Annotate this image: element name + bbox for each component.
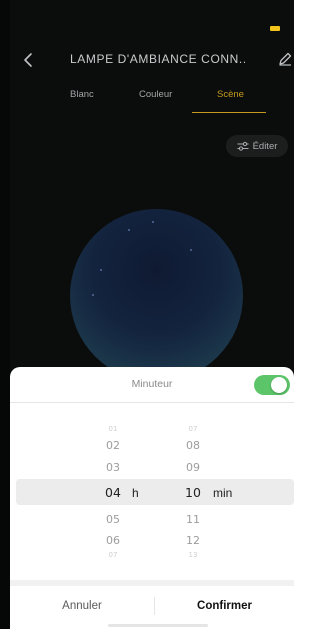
timer-toggle[interactable] <box>254 375 290 395</box>
tab-blanc[interactable]: Blanc <box>70 89 94 100</box>
timer-title: Minuteur <box>131 378 173 390</box>
star <box>190 249 192 251</box>
minute-option[interactable]: 11 <box>178 513 208 526</box>
hour-option[interactable]: 02 <box>98 439 128 452</box>
cancel-button[interactable]: Annuler <box>10 586 154 626</box>
star <box>128 229 130 231</box>
time-picker[interactable]: 01 02 03 04 h 05 06 07 07 08 09 10 min 1… <box>10 417 294 563</box>
hour-selected[interactable]: 04 <box>98 485 128 500</box>
edit-scene-button[interactable]: Éditer <box>226 135 288 157</box>
minute-selected[interactable]: 10 <box>178 485 208 500</box>
hour-option[interactable]: 05 <box>98 513 128 526</box>
sliders-icon <box>237 141 249 151</box>
confirm-button[interactable]: Confirmer <box>155 586 294 626</box>
toggle-knob <box>271 377 287 393</box>
timer-sheet: Minuteur 01 02 03 04 h 05 06 07 07 08 09… <box>10 367 294 629</box>
minute-option[interactable]: 13 <box>178 551 208 559</box>
picker-selection-band <box>16 479 294 505</box>
minute-option[interactable]: 08 <box>178 439 208 452</box>
star <box>100 269 102 271</box>
star <box>92 294 94 296</box>
back-button[interactable] <box>18 50 38 70</box>
hour-unit: h <box>132 486 139 500</box>
home-indicator <box>108 624 208 627</box>
minute-option[interactable]: 07 <box>178 425 208 433</box>
chevron-left-icon <box>24 53 32 67</box>
star <box>152 221 154 223</box>
tab-couleur[interactable]: Couleur <box>139 89 172 100</box>
battery-icon <box>270 26 280 31</box>
minute-option[interactable]: 12 <box>178 534 208 547</box>
tab-scene[interactable]: Scène <box>217 89 244 100</box>
minute-option[interactable]: 09 <box>178 461 208 474</box>
hour-option[interactable]: 06 <box>98 534 128 547</box>
rename-button[interactable] <box>276 50 294 68</box>
hour-option[interactable]: 03 <box>98 461 128 474</box>
edit-scene-label: Éditer <box>252 140 278 152</box>
minute-unit: min <box>213 486 233 500</box>
hour-option[interactable]: 01 <box>98 425 128 433</box>
pencil-icon <box>279 52 292 66</box>
active-tab-indicator <box>192 112 266 113</box>
hour-option[interactable]: 07 <box>98 551 128 559</box>
timer-sheet-header: Minuteur <box>10 367 294 403</box>
page-title: LAMPE D'AMBIANCE CONN... <box>70 52 245 66</box>
scene-preview-globe <box>70 209 243 382</box>
